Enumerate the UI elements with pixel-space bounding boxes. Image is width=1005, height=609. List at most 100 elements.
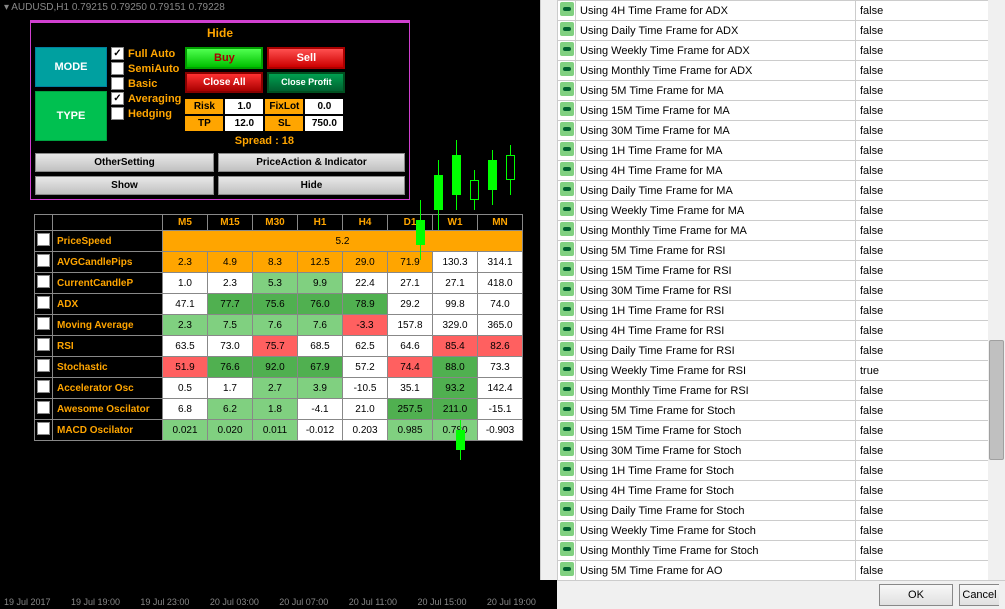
ea-panel: Hide MODE TYPE Full Auto SemiAuto Basic … [30,20,410,200]
prop-icon [560,62,574,76]
prop-icon [560,22,574,36]
fullauto-checkbox[interactable] [111,47,124,60]
semiauto-checkbox[interactable] [111,62,124,75]
prop-icon [560,442,574,456]
prop-row[interactable]: Using 15M Time Frame for Stochfalse [558,421,1005,441]
prop-row[interactable]: Using 4H Time Frame for RSIfalse [558,321,1005,341]
prop-row[interactable]: Using 1H Time Frame for Stochfalse [558,461,1005,481]
prop-row[interactable]: Using Monthly Time Frame for MAfalse [558,221,1005,241]
prop-icon [560,162,574,176]
prop-row[interactable]: Using 1H Time Frame for RSIfalse [558,301,1005,321]
show-button[interactable]: Show [35,176,214,195]
prop-row[interactable]: Using Weekly Time Frame for RSItrue [558,361,1005,381]
prop-icon [560,142,574,156]
prop-row[interactable]: Using Monthly Time Frame for ADXfalse [558,61,1005,81]
row-label: AVGCandlePips [53,252,163,273]
fixlot-input[interactable]: 0.0 [305,99,343,114]
sl-input[interactable]: 750.0 [305,116,343,131]
cancel-button[interactable]: Cancel [959,584,999,606]
prop-icon [560,562,574,576]
hedging-checkbox[interactable] [111,107,124,120]
sell-button[interactable]: Sell [267,47,345,69]
prop-row[interactable]: Using 1H Time Frame for MAfalse [558,141,1005,161]
spread-label: Spread : 18 [185,133,343,149]
buy-button[interactable]: Buy [185,47,263,69]
row-checkbox[interactable] [37,422,50,435]
prop-icon [560,362,574,376]
hide-bar[interactable]: Hide [31,23,409,43]
prop-row[interactable]: Using 5M Time Frame for AOfalse [558,561,1005,581]
prop-row[interactable]: Using 15M Time Frame for RSIfalse [558,261,1005,281]
prop-icon [560,122,574,136]
tp-input[interactable]: 12.0 [225,116,263,131]
row-label: Awesome Oscilator [53,399,163,420]
row-checkbox[interactable] [37,338,50,351]
row-checkbox[interactable] [37,233,50,246]
mode-button[interactable]: MODE [35,47,107,87]
prop-row[interactable]: Using 30M Time Frame for RSIfalse [558,281,1005,301]
prop-icon [560,382,574,396]
prop-icon [560,262,574,276]
prop-icon [560,202,574,216]
prop-row[interactable]: Using 5M Time Frame for Stochfalse [558,401,1005,421]
prop-icon [560,422,574,436]
prop-icon [560,242,574,256]
othersetting-button[interactable]: OtherSetting [35,153,214,172]
closeprofit-button[interactable]: Close Profit [267,72,345,93]
risk-input[interactable]: 1.0 [225,99,263,114]
prop-row[interactable]: Using 4H Time Frame for Stochfalse [558,481,1005,501]
averaging-checkbox[interactable] [111,92,124,105]
row-checkbox[interactable] [37,401,50,414]
prop-icon [560,462,574,476]
row-label: RSI [53,336,163,357]
prop-icon [560,542,574,556]
priceaction-button[interactable]: PriceAction & Indicator [218,153,405,172]
prop-icon [560,82,574,96]
prop-icon [560,222,574,236]
prop-icon [560,302,574,316]
closeall-button[interactable]: Close All [185,72,263,93]
chart-area: ▾ AUDUSD,H1 0.79215 0.79250 0.79151 0.79… [0,0,540,609]
hide2-button[interactable]: Hide [218,176,405,195]
row-checkbox[interactable] [37,317,50,330]
props-scrollbar[interactable] [988,0,1005,580]
prop-row[interactable]: Using Monthly Time Frame for RSIfalse [558,381,1005,401]
chart-scrollbar[interactable] [540,0,557,580]
prop-row[interactable]: Using 30M Time Frame for MAfalse [558,121,1005,141]
time-axis: 19 Jul 201719 Jul 19:0019 Jul 23:0020 Ju… [0,595,540,609]
basic-checkbox[interactable] [111,77,124,90]
prop-row[interactable]: Using Daily Time Frame for RSIfalse [558,341,1005,361]
prop-row[interactable]: Using Weekly Time Frame for MAfalse [558,201,1005,221]
prop-icon [560,502,574,516]
prop-icon [560,322,574,336]
symbol-label: AUDUSD,H1 [11,2,69,13]
row-checkbox[interactable] [37,359,50,372]
row-checkbox[interactable] [37,275,50,288]
prop-row[interactable]: Using 4H Time Frame for MAfalse [558,161,1005,181]
prop-icon [560,482,574,496]
row-label: Stochastic [53,357,163,378]
properties-panel: Using 4H Time Frame for ADXfalseUsing Da… [557,0,1005,580]
prop-row[interactable]: Using Monthly Time Frame for Stochfalse [558,541,1005,561]
row-checkbox[interactable] [37,380,50,393]
prop-row[interactable]: Using 15M Time Frame for MAfalse [558,101,1005,121]
prop-row[interactable]: Using Weekly Time Frame for ADXfalse [558,41,1005,61]
prop-icon [560,42,574,56]
candlestick-chart [420,120,540,580]
prop-row[interactable]: Using Weekly Time Frame for Stochfalse [558,521,1005,541]
prop-row[interactable]: Using 5M Time Frame for MAfalse [558,81,1005,101]
row-label: MACD Oscilator [53,420,163,441]
prop-row[interactable]: Using 30M Time Frame for Stochfalse [558,441,1005,461]
prop-row[interactable]: Using 4H Time Frame for ADXfalse [558,1,1005,21]
row-label: PriceSpeed [53,231,163,252]
prop-row[interactable]: Using 5M Time Frame for RSIfalse [558,241,1005,261]
row-label: Accelerator Osc [53,378,163,399]
ok-button[interactable]: OK [879,584,953,606]
prop-row[interactable]: Using Daily Time Frame for MAfalse [558,181,1005,201]
price-header: ▾ AUDUSD,H1 0.79215 0.79250 0.79151 0.79… [0,0,540,15]
prop-row[interactable]: Using Daily Time Frame for Stochfalse [558,501,1005,521]
prop-row[interactable]: Using Daily Time Frame for ADXfalse [558,21,1005,41]
type-button[interactable]: TYPE [35,91,107,141]
row-checkbox[interactable] [37,296,50,309]
row-checkbox[interactable] [37,254,50,267]
